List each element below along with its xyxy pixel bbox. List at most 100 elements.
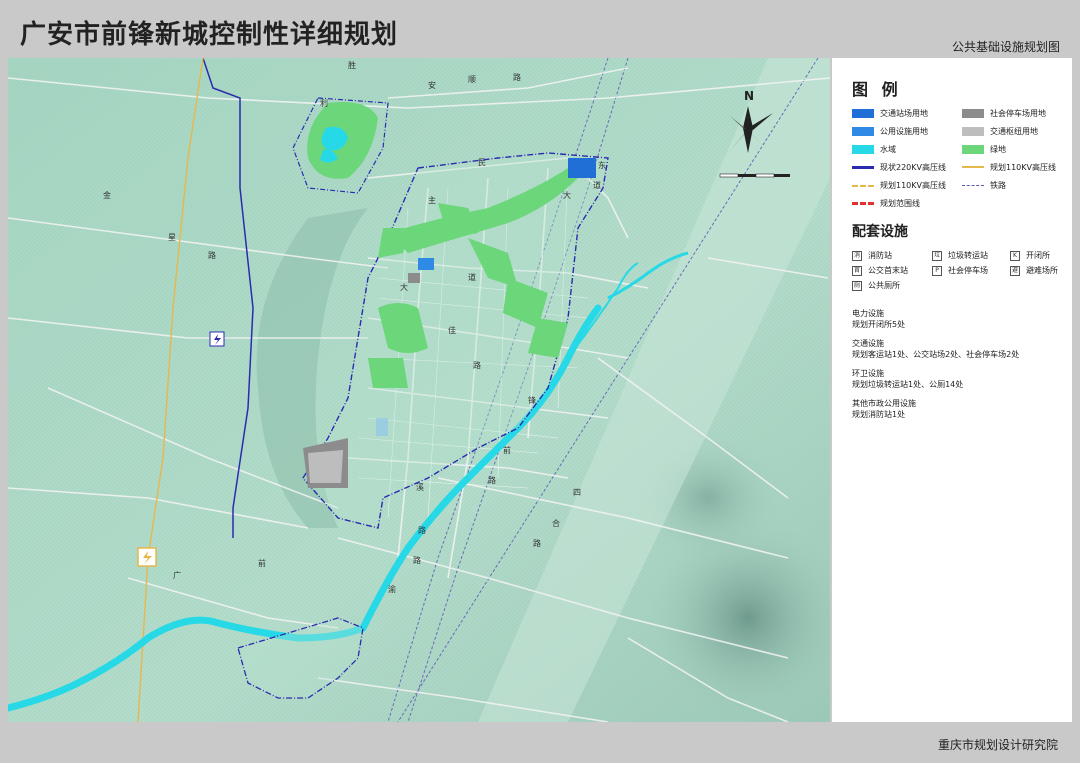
road-label: 路 <box>533 538 541 548</box>
switch-station-icon: K <box>1010 250 1020 261</box>
note-sanitation: 环卫设施 规划垃圾转运站1处、公厕14处 <box>852 368 1019 390</box>
parking-swatch <box>962 109 984 118</box>
legend-label: 绿地 <box>990 145 1006 154</box>
road-label: 民 <box>478 158 486 167</box>
substation-marker[interactable] <box>137 547 157 567</box>
facility-label: 避难场所 <box>1026 266 1058 275</box>
facility-label: 开闭所 <box>1026 251 1050 260</box>
facility-label: 公交首末站 <box>868 266 908 275</box>
legend-water: 水域 <box>852 144 896 155</box>
road-label: 四 <box>573 488 581 497</box>
legend-label: 水域 <box>880 145 896 154</box>
bus-terminal-icon: 首 <box>852 265 862 276</box>
road-label: 东 <box>598 160 606 170</box>
shelter-icon: 避 <box>1010 265 1020 276</box>
note-heading: 电力设施 <box>852 309 884 318</box>
transport-station-land[interactable] <box>568 158 596 178</box>
toilet-icon: 厕 <box>852 280 862 291</box>
utility-parcel[interactable] <box>376 418 388 436</box>
facility-label: 消防站 <box>868 251 892 260</box>
road-label: 大 <box>563 190 571 200</box>
map-svg: 胜 利 安 顺 路 金 星 路 民 主 大 道 佳 路 前 锋 路 溪 路 广 … <box>8 58 830 722</box>
note-other-utilities: 其他市政公用设施 规划消防站1处 <box>852 398 1019 420</box>
legend-green: 绿地 <box>962 144 1006 155</box>
facility-title: 配套设施 <box>852 224 908 240</box>
water-swatch <box>852 145 874 154</box>
legend-public-facility: 公用设施用地 <box>852 126 928 137</box>
green-swatch <box>962 145 984 154</box>
note-heading: 环卫设施 <box>852 369 884 378</box>
legend-title: 图 例 <box>852 80 902 99</box>
transit-hub-swatch <box>962 127 984 136</box>
road-label: 溪 <box>416 482 424 492</box>
legend-label: 规划110KV高压线 <box>990 163 1056 172</box>
note-body: 规划垃圾转运站1处、公厕14处 <box>852 380 964 389</box>
facility-parking-lot: P 社会停车场 <box>932 265 988 276</box>
map-canvas[interactable]: 胜 利 安 顺 路 金 星 路 民 主 大 道 佳 路 前 锋 路 溪 路 广 … <box>8 58 830 722</box>
road-label: 佳 <box>448 325 456 335</box>
scale-bar <box>719 173 790 178</box>
road-label: 路 <box>413 555 421 565</box>
footer-bar: 重庆市规划设计研究院 <box>0 722 1080 763</box>
facility-label: 垃圾转运站 <box>948 251 988 260</box>
facility-fire-station: 消 消防站 <box>852 250 892 261</box>
legend-label: 铁路 <box>990 181 1006 190</box>
road-label: 渝 <box>388 584 396 594</box>
legend-panel: 图 例 交通站场用地 社会停车场用地 公用设施用地 交通枢纽用地 水域 绿地 现… <box>832 58 1072 722</box>
road-label: 广 <box>173 570 181 580</box>
north-label: N <box>744 89 754 103</box>
facility-switch-station: K 开闭所 <box>1010 250 1050 261</box>
road-label: 合 <box>552 518 560 528</box>
facility-garbage-station: 垃 垃圾转运站 <box>932 250 988 261</box>
road-label: 道 <box>468 272 476 282</box>
legend-label: 规划范围线 <box>880 199 920 208</box>
note-transport: 交通设施 规划客运站1处、公交站场2处、社会停车场2处 <box>852 338 1019 360</box>
road-label: 星 <box>168 233 176 242</box>
legend-110kv: 规划110KV高压线 <box>962 162 1056 173</box>
road-label: 前 <box>258 558 266 568</box>
legend-110kv-dashed: 规划110KV高压线 <box>852 180 946 191</box>
road-label: 胜 <box>348 60 356 70</box>
map-title: 广安市前锋新城控制性详细规划 <box>20 20 399 50</box>
road-label: 安 <box>428 80 436 90</box>
substation-marker[interactable] <box>209 331 225 347</box>
legend-boundary: 规划范围线 <box>852 198 920 209</box>
facility-public-toilet: 厕 公共厕所 <box>852 280 900 291</box>
road-label: 大 <box>400 282 408 292</box>
legend-label: 规划110KV高压线 <box>880 181 946 190</box>
note-heading: 其他市政公用设施 <box>852 399 916 408</box>
transport-station-swatch <box>852 109 874 118</box>
legend-transport-station: 交通站场用地 <box>852 108 928 119</box>
boundary-swatch <box>852 199 874 208</box>
note-body: 规划消防站1处 <box>852 410 906 419</box>
road-label: 路 <box>208 250 216 260</box>
public-facility-land[interactable] <box>418 258 434 270</box>
legend-label: 交通枢纽用地 <box>990 127 1038 136</box>
legend-transit-hub: 交通枢纽用地 <box>962 126 1038 137</box>
parking-icon: P <box>932 265 942 276</box>
fire-station-icon: 消 <box>852 250 862 261</box>
road-label: 主 <box>428 195 436 205</box>
parking-land[interactable] <box>408 273 420 283</box>
note-body: 规划开闭所5处 <box>852 320 906 329</box>
facility-bus-terminal: 首 公交首末站 <box>852 265 908 276</box>
road-label: 金 <box>103 190 111 200</box>
legend-label: 交通站场用地 <box>880 109 928 118</box>
note-body: 规划客运站1处、公交站场2处、社会停车场2处 <box>852 350 1020 359</box>
railway-swatch <box>962 181 984 190</box>
road-label: 利 <box>320 98 328 108</box>
road-label: 路 <box>513 72 521 82</box>
road-label: 路 <box>418 525 426 535</box>
legend-label: 公用设施用地 <box>880 127 928 136</box>
line-110kv-dashed-swatch <box>852 181 874 190</box>
map-subtitle: 公共基础设施规划图 <box>951 40 1060 54</box>
facility-shelter: 避 避难场所 <box>1010 265 1058 276</box>
road-label: 路 <box>473 360 481 370</box>
road-label: 锋 <box>528 395 536 405</box>
road-label: 顺 <box>468 75 476 84</box>
note-power: 电力设施 规划开闭所5处 <box>852 308 1019 330</box>
legend-220kv: 现状220KV高压线 <box>852 162 946 173</box>
road-label: 道 <box>593 180 601 190</box>
road-label: 前 <box>503 445 511 455</box>
legend-label: 社会停车场用地 <box>990 109 1046 118</box>
